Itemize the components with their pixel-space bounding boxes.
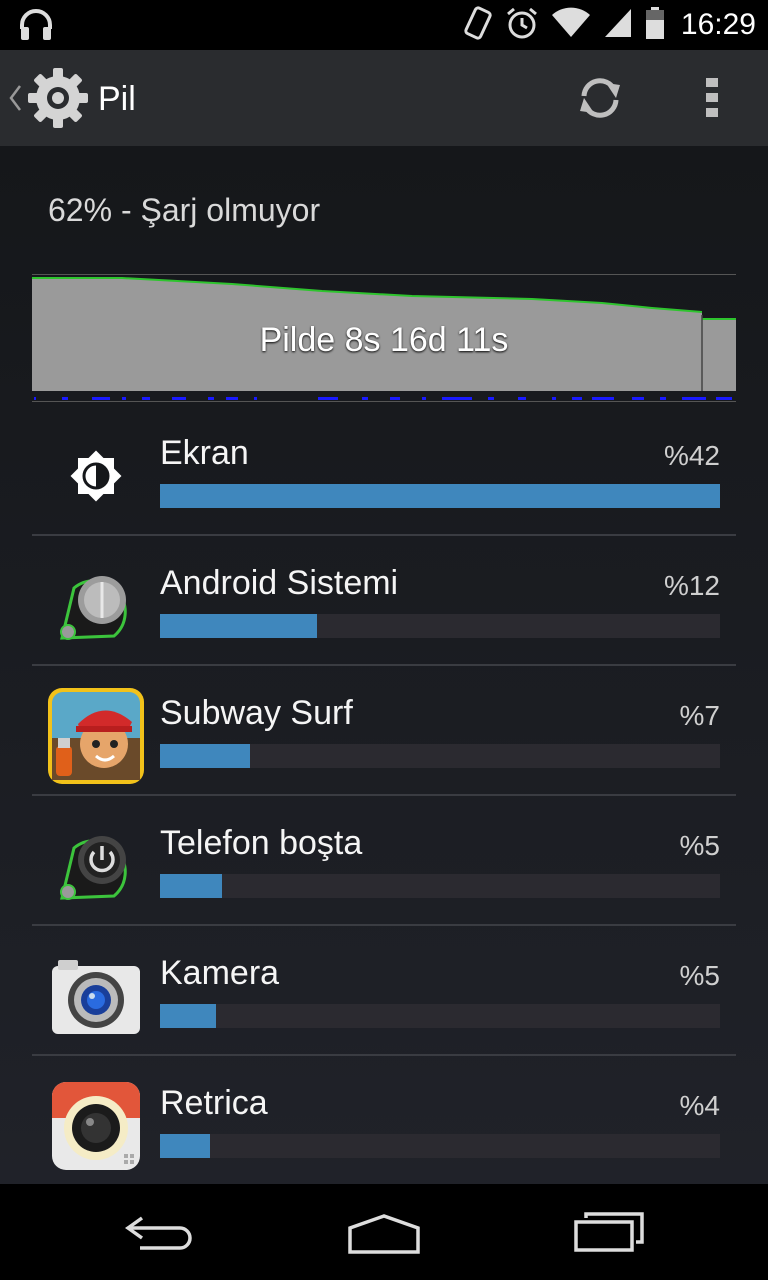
usage-bar-fill — [160, 484, 720, 508]
usage-bar — [160, 1004, 720, 1028]
battery-content: 62% - Şarj olmuyor Pilde 8s 16d 11s Ekra… — [0, 146, 768, 1184]
app-name: Android Sistemi — [160, 564, 399, 602]
battery-history-graph[interactable]: Pilde 8s 16d 11s — [32, 274, 736, 402]
app-name: Telefon boşta — [160, 824, 363, 862]
action-bar: Pil — [0, 50, 768, 146]
battery-status-text: 62% - Şarj olmuyor — [48, 192, 321, 228]
usage-percent: %12 — [663, 570, 720, 601]
list-item[interactable]: Android Sistemi %12 — [32, 536, 736, 666]
status-clock: 16:29 — [680, 8, 756, 41]
status-bar: 16:29 — [0, 0, 768, 50]
app-name: Kamera — [160, 954, 280, 992]
usage-bar — [160, 1134, 720, 1158]
up-navigation[interactable]: Pil — [0, 50, 190, 146]
refresh-icon[interactable] — [576, 74, 624, 127]
recents-icon[interactable] — [572, 1210, 648, 1259]
usage-bar — [160, 874, 720, 898]
usage-bar-fill — [160, 614, 317, 638]
back-caret-icon — [8, 84, 22, 117]
headphones-icon — [18, 7, 54, 48]
battery-graph-label: Pilde 8s 16d 11s — [259, 321, 509, 359]
retrica-icon — [48, 1078, 144, 1174]
usage-bar-fill — [160, 874, 222, 898]
usage-percent: %5 — [679, 830, 720, 861]
list-item[interactable]: Retrica %4 — [32, 1056, 736, 1186]
list-item[interactable]: Ekran %42 — [32, 406, 736, 536]
home-icon[interactable] — [344, 1212, 424, 1261]
list-item[interactable]: Kamera %5 — [32, 926, 736, 1056]
phone-idle-icon — [48, 818, 144, 914]
usage-bar — [160, 484, 720, 508]
app-name: Ekran — [160, 434, 249, 472]
usage-percent: %42 — [663, 440, 720, 471]
back-icon[interactable] — [120, 1210, 200, 1259]
settings-gear-icon — [26, 66, 90, 135]
list-item[interactable]: Subway Surf %7 — [32, 666, 736, 796]
usage-bar-fill — [160, 1004, 216, 1028]
usage-percent: %4 — [679, 1090, 720, 1121]
wifi-icon — [551, 7, 591, 44]
signal-icon — [603, 7, 633, 44]
camera-icon — [48, 948, 144, 1044]
app-name: Subway Surf — [160, 694, 353, 732]
usage-percent: %7 — [679, 700, 720, 731]
navigation-bar — [0, 1184, 768, 1280]
android-system-icon — [48, 558, 144, 654]
app-name: Retrica — [160, 1084, 268, 1122]
vibrate-icon — [463, 5, 493, 46]
alarm-icon — [505, 6, 539, 45]
usage-bar — [160, 744, 720, 768]
page-title: Pil — [98, 80, 136, 118]
usage-percent: %5 — [679, 960, 720, 991]
list-item[interactable]: Telefon boşta %5 — [32, 796, 736, 926]
battery-icon — [645, 6, 665, 45]
usage-bar — [160, 614, 720, 638]
subway-surf-icon — [48, 688, 144, 784]
usage-bar-fill — [160, 1134, 211, 1158]
overflow-menu-icon[interactable] — [700, 76, 724, 125]
usage-bar-fill — [160, 744, 250, 768]
brightness-icon — [48, 428, 144, 524]
